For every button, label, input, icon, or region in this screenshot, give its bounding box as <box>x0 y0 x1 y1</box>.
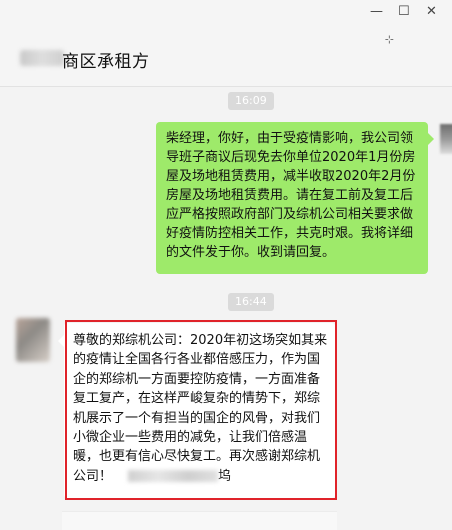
timestamp: 16:44 <box>228 293 274 311</box>
blurred-title-prefix <box>20 50 64 66</box>
window-titlebar: — ☐ ✕ ⊹ 商区承租方 <box>0 0 452 87</box>
timestamp: 16:09 <box>228 92 274 110</box>
message-bubble-sent[interactable]: 柴经理，你好，由于受疫情影响，我公司领导班子商议后现免去你单位2020年1月份房… <box>156 122 434 274</box>
avatar[interactable] <box>440 124 452 154</box>
signature-tail: 坞 <box>218 468 232 484</box>
message-footer <box>62 511 337 530</box>
minimize-button[interactable]: — <box>370 5 383 19</box>
chat-title: 商区承租方 <box>62 52 150 72</box>
close-button[interactable]: ✕ <box>426 5 437 19</box>
message-bubble-received[interactable]: 尊敬的郑综机公司：2020年初这场突如其来的疫情让全国各行各业都倍感压力，作为国… <box>58 323 335 498</box>
restore-button[interactable]: ☐ <box>398 5 410 19</box>
blurred-signature <box>128 470 219 483</box>
pin-icon[interactable]: ⊹ <box>385 33 394 46</box>
message-text: 尊敬的郑综机公司：2020年初这场突如其来的疫情让全国各行各业都倍感压力，作为国… <box>73 333 328 484</box>
avatar[interactable] <box>16 318 50 362</box>
